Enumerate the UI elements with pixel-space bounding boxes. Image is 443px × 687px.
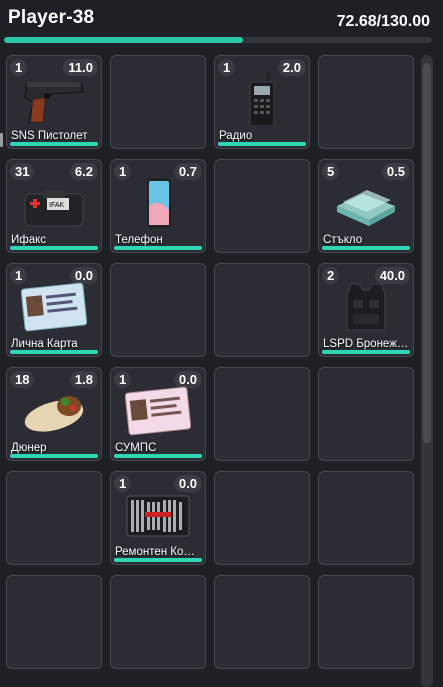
inventory-slot-empty[interactable] xyxy=(318,55,414,149)
durability-bar xyxy=(10,246,98,250)
body-armor-icon xyxy=(333,280,399,334)
svg-text:IFAK: IFAK xyxy=(49,202,65,209)
item-name: LSPD Бронежилетка xyxy=(323,338,409,350)
player-name: Player-38 xyxy=(8,7,95,28)
inventory-slot[interactable]: 1 11.0 SNS Пистолет xyxy=(6,55,102,149)
item-name: SNS Пистолет xyxy=(11,130,88,142)
side-marker xyxy=(0,133,3,147)
inventory-slot-empty[interactable] xyxy=(214,263,310,357)
wrap-icon xyxy=(21,384,87,438)
inventory-slot-empty[interactable] xyxy=(214,159,310,253)
inventory-slot[interactable]: 1 0.0 СУМПС xyxy=(110,367,206,461)
inventory-slot[interactable]: 1 2.0 Радио xyxy=(214,55,310,149)
glass-icon xyxy=(333,176,399,230)
scrollbar[interactable] xyxy=(421,55,433,687)
durability-bar xyxy=(114,454,202,458)
inventory-slot-empty[interactable] xyxy=(318,575,414,669)
inventory-header: Player-38 72.68/130.00 xyxy=(0,0,443,46)
inventory-slot-empty[interactable] xyxy=(110,263,206,357)
item-name: Телефон xyxy=(115,234,163,246)
durability-bar xyxy=(114,558,202,562)
id-card-icon xyxy=(20,280,88,334)
inventory-slot-empty[interactable] xyxy=(214,575,310,669)
inventory-slot[interactable]: 1 0.0 Лична Карта xyxy=(6,263,102,357)
durability-bar xyxy=(114,246,202,250)
item-name: СУМПС xyxy=(115,442,157,454)
weight-readout: 72.68/130.00 xyxy=(336,13,430,30)
inventory-slot-empty[interactable] xyxy=(6,575,102,669)
inventory-slot-empty[interactable] xyxy=(110,575,206,669)
item-name: Радио xyxy=(219,130,253,142)
pistol-icon xyxy=(21,72,87,126)
inventory-slot-empty[interactable] xyxy=(110,55,206,149)
inventory-slot-empty[interactable] xyxy=(6,471,102,565)
inventory-slot[interactable]: 5 0.5 Стъкло xyxy=(318,159,414,253)
weight-bar xyxy=(4,37,432,43)
item-name: Ремонтен Комплект xyxy=(115,546,201,558)
inventory-slot[interactable]: 1 0.7 Телефон xyxy=(110,159,206,253)
durability-bar xyxy=(322,246,410,250)
inventory-slot[interactable]: 10.0 Ремонтен Комплект xyxy=(110,471,206,565)
durability-bar xyxy=(10,454,98,458)
radio-icon xyxy=(229,72,295,127)
inventory-slot-empty[interactable] xyxy=(214,367,310,461)
inventory-slot[interactable]: 31 6.2 IFAK Ифакс xyxy=(6,159,102,253)
durability-bar xyxy=(218,142,306,146)
item-name: Лична Карта xyxy=(11,338,78,350)
durability-bar xyxy=(10,142,98,146)
first-aid-kit-icon: IFAK xyxy=(21,176,87,230)
item-name: Стъкло xyxy=(323,234,363,246)
item-name: Дюнер xyxy=(11,442,47,454)
inventory-slot[interactable]: 18 1.8 Дюнер xyxy=(6,367,102,461)
inventory-slot-empty[interactable] xyxy=(318,367,414,461)
toolkit-icon xyxy=(125,488,191,542)
scrollbar-thumb[interactable] xyxy=(423,63,431,443)
inventory-slot[interactable]: 240.0 LSPD Бронежилетка xyxy=(318,263,414,357)
phone-icon xyxy=(125,176,191,230)
license-card-icon xyxy=(124,384,192,438)
inventory-slot-empty[interactable] xyxy=(318,471,414,565)
durability-bar xyxy=(10,350,98,354)
inventory-slot-empty[interactable] xyxy=(214,471,310,565)
durability-bar xyxy=(322,350,410,354)
item-name: Ифакс xyxy=(11,234,47,246)
weight-bar-fill xyxy=(4,37,244,43)
